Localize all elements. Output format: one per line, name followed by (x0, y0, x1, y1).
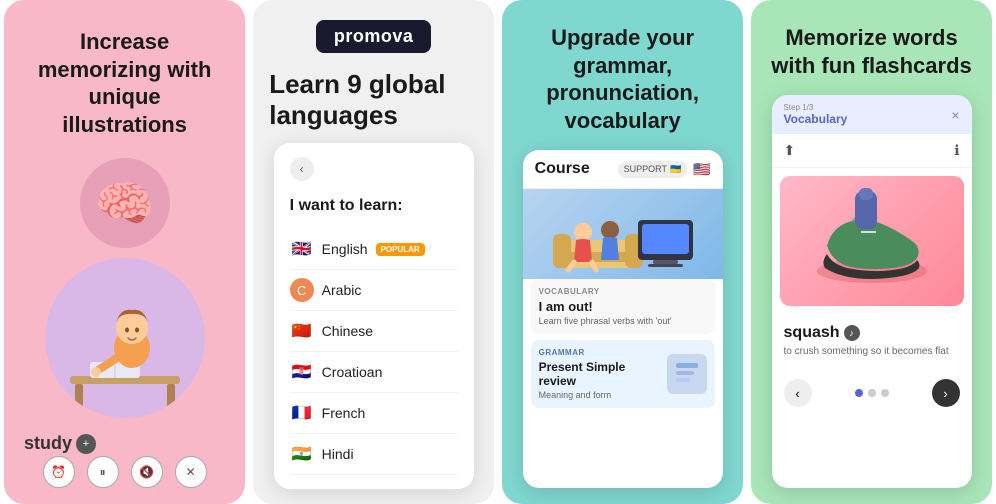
grammar-title: Present Simple review (539, 360, 659, 388)
lang-item-hindi[interactable]: 🇮🇳 Hindi (290, 434, 458, 475)
panel-flashcards: Memorize words with fun flashcards Step … (751, 0, 992, 504)
flag-hindi: 🇮🇳 (290, 442, 314, 466)
shoe-svg (797, 186, 947, 296)
lang-item-croatian[interactable]: 🇭🇷 Croatioan (290, 352, 458, 393)
flag-croatian: 🇭🇷 (290, 360, 314, 384)
panel4-title: Memorize words with fun flashcards (767, 24, 976, 79)
back-button[interactable]: ‹ (290, 157, 314, 181)
prev-arrow[interactable]: ‹ (784, 379, 812, 407)
timer-btn[interactable]: ⏰ (43, 456, 75, 488)
panel2-title: Learn 9 global languages (269, 69, 478, 131)
vocab-desc: Learn five phrasal verbs with 'out' (539, 316, 707, 326)
study-icon: + (76, 434, 96, 454)
vocab-section-label: Vocabulary (784, 112, 848, 126)
phone4-toolbar: ⬆ ℹ (772, 134, 972, 168)
mute-btn[interactable]: 🔇 (131, 456, 163, 488)
lang-name-french: French (322, 405, 366, 421)
word-text: squash (784, 324, 840, 342)
vocab-tag: VOCABULARY (539, 287, 707, 296)
panel1-title: Increase memorizing with unique illustra… (24, 28, 225, 138)
phone-header: ‹ (290, 157, 458, 181)
panel3-title: Upgrade your grammar, pronunciation, voc… (518, 24, 727, 134)
grammar-sub: Meaning and form (539, 390, 659, 400)
progress-dots (855, 389, 889, 397)
grammar-card[interactable]: GRAMMAR Present Simple review Meaning an… (531, 340, 715, 408)
promova-logo: promova (316, 20, 432, 53)
vocab-title: I am out! (539, 299, 707, 314)
pause-btn[interactable]: ⏸ (87, 456, 119, 488)
lang-item-chinese[interactable]: 🇨🇳 Chinese (290, 311, 458, 352)
person-illustration (45, 258, 205, 418)
study-label-area: study + (24, 433, 96, 454)
lang-item-arabic[interactable]: C Arabic (290, 270, 458, 311)
dot-3 (881, 389, 889, 397)
share-icon[interactable]: ⬆ (784, 142, 796, 159)
vocab-card[interactable]: VOCABULARY I am out! Learn five phrasal … (531, 279, 715, 334)
flag-icon-ukraine: 🇺🇦 (670, 164, 681, 175)
nav-controls: ‹ › (772, 379, 972, 417)
dot-2 (868, 389, 876, 397)
lang-name-chinese: Chinese (322, 323, 373, 339)
phone3-header: Course SUPPORT 🇺🇦 🇺🇸 (523, 150, 723, 189)
grammar-thumbnail (667, 354, 707, 394)
lang-item-french[interactable]: 🇫🇷 French (290, 393, 458, 434)
person-svg (60, 288, 190, 418)
language-flags: 🇺🇸 (693, 161, 710, 178)
person-circle (45, 258, 205, 418)
flag-arabic: C (290, 278, 314, 302)
header-actions: SUPPORT 🇺🇦 🇺🇸 (618, 161, 711, 178)
flag-french: 🇫🇷 (290, 401, 314, 425)
shoe-image (780, 176, 964, 306)
grammar-text: GRAMMAR Present Simple review Meaning an… (539, 348, 659, 400)
phone4-header: Step 1/3 Vocabulary × (772, 95, 972, 134)
phone-mockup-4: Step 1/3 Vocabulary × ⬆ ℹ (772, 95, 972, 488)
brain-illustration: 🧠 (80, 158, 170, 248)
phone-mockup-2: ‹ I want to learn: 🇬🇧 English POPULAR C … (274, 143, 474, 489)
step-label: Step 1/3 (784, 103, 848, 112)
grammar-icon (672, 359, 702, 389)
learn-prompt: I want to learn: (290, 197, 458, 215)
panel-grammar: Upgrade your grammar, pronunciation, voc… (502, 0, 743, 504)
word-section: squash ♪ to crush something so it become… (772, 314, 972, 379)
lang-item-english[interactable]: 🇬🇧 English POPULAR (290, 229, 458, 270)
support-badge: SUPPORT 🇺🇦 (618, 161, 688, 178)
word-definition: to crush something so it becomes flat (784, 346, 960, 357)
word-audio-icon[interactable]: ♪ (844, 325, 860, 341)
lang-name-arabic: Arabic (322, 282, 362, 298)
lesson-image (523, 189, 723, 279)
step-area: Step 1/3 Vocabulary (784, 103, 848, 126)
word-title: squash ♪ (784, 324, 960, 342)
lang-name-hindi: Hindi (322, 446, 354, 462)
flag-chinese: 🇨🇳 (290, 319, 314, 343)
panel-memorizing: Increase memorizing with unique illustra… (4, 0, 245, 504)
lang-name-croatian: Croatioan (322, 364, 383, 380)
next-arrow[interactable]: › (932, 379, 960, 407)
close-btn[interactable]: ✕ (175, 456, 207, 488)
phone-mockup-3: Course SUPPORT 🇺🇦 🇺🇸 (523, 150, 723, 488)
grammar-tag: GRAMMAR (539, 348, 659, 357)
close-button[interactable]: × (951, 107, 959, 123)
dot-1 (855, 389, 863, 397)
course-label: Course (535, 160, 590, 178)
popular-badge: POPULAR (376, 243, 425, 256)
info-icon[interactable]: ℹ (954, 142, 959, 159)
flag-english: 🇬🇧 (290, 237, 314, 261)
lang-name-english: English (322, 241, 368, 257)
lesson-scene-svg (538, 190, 708, 278)
support-text: SUPPORT (624, 164, 667, 174)
panel-languages: promova Learn 9 global languages ‹ I wan… (253, 0, 494, 504)
bottom-controls: ⏰ ⏸ 🔇 ✕ (43, 456, 207, 488)
study-text: study (24, 433, 72, 454)
brain-emoji: 🧠 (95, 175, 155, 232)
